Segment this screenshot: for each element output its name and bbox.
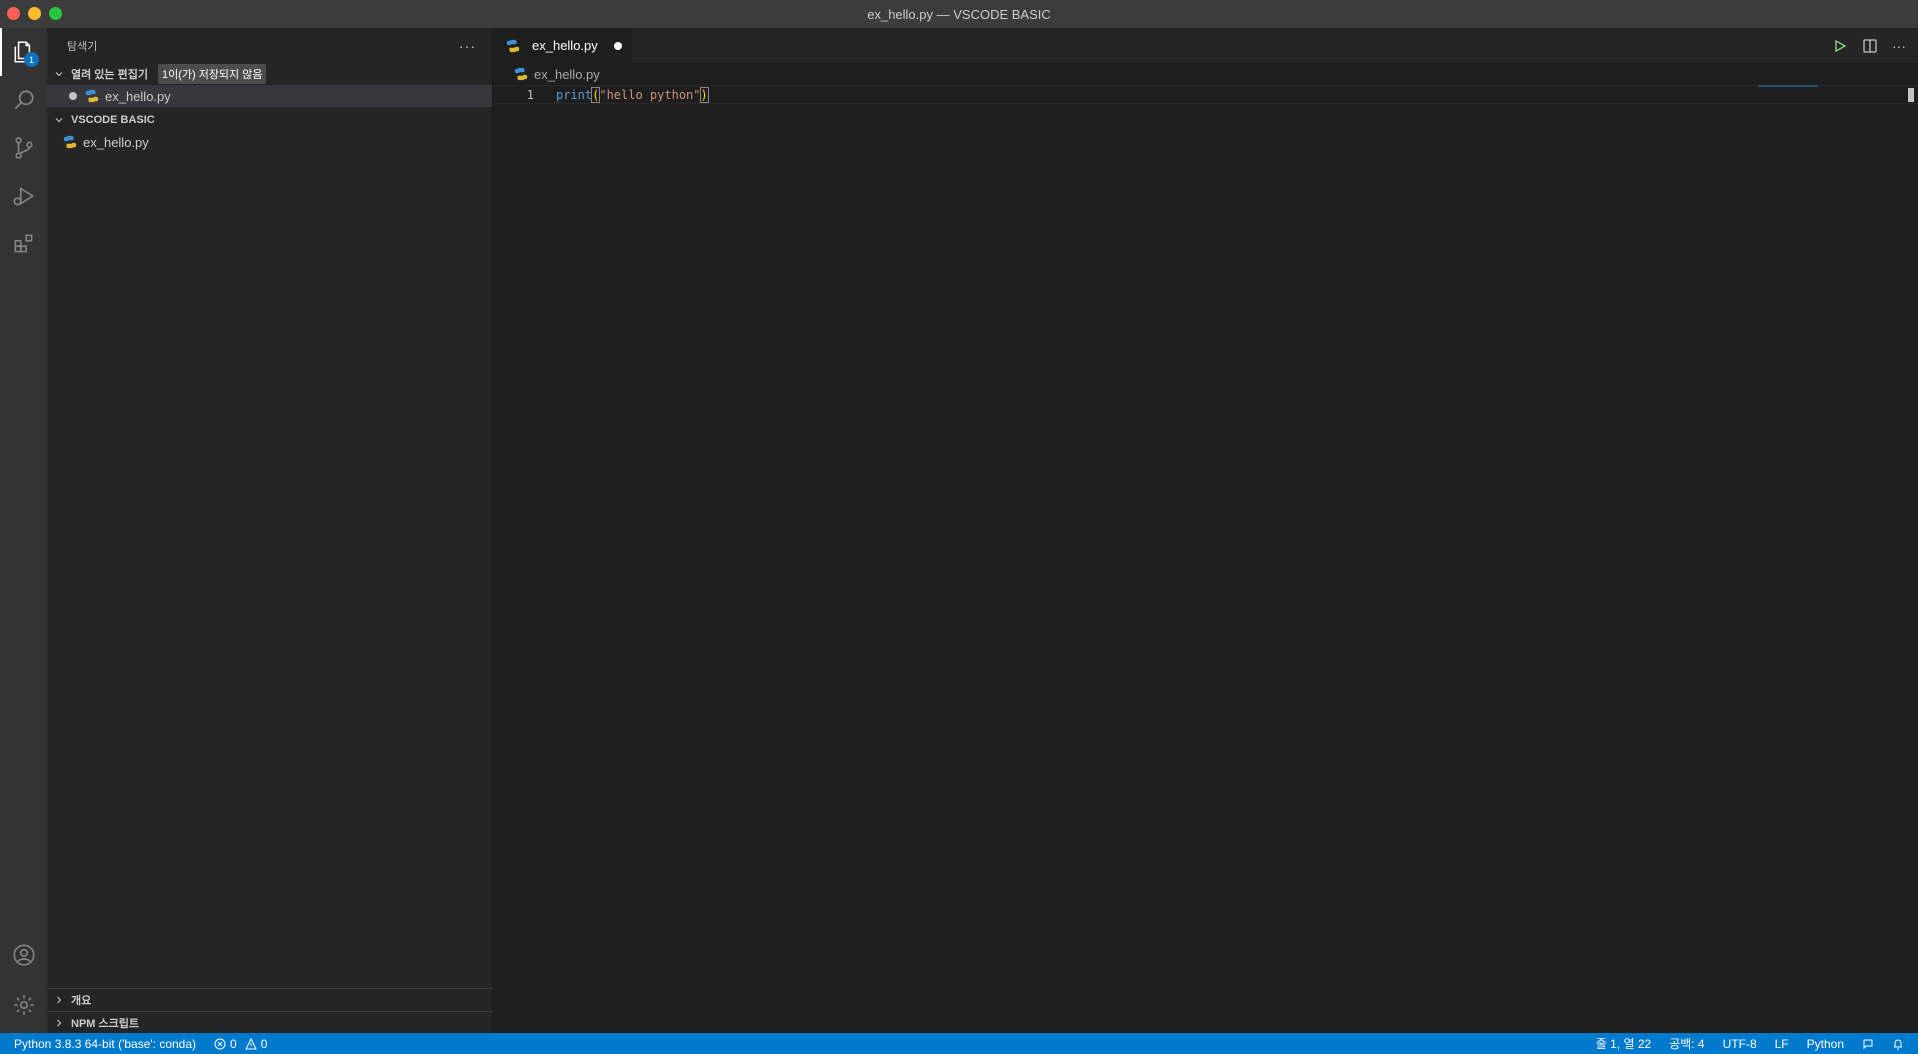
search-icon	[14, 90, 34, 110]
python-file-icon	[506, 39, 520, 53]
minimap[interactable]	[1758, 85, 1818, 87]
eol-status[interactable]: LF	[1775, 1037, 1789, 1051]
problems-status[interactable]: 0 0	[214, 1037, 267, 1051]
workspace-filename: ex_hello.py	[83, 134, 149, 150]
chevron-down-icon	[51, 112, 67, 128]
language-mode-status[interactable]: Python	[1807, 1037, 1844, 1051]
open-editors-label: 열려 있는 편집기	[71, 69, 148, 81]
window-controls	[7, 7, 62, 20]
editor-more-actions-button[interactable]: ···	[1892, 38, 1906, 54]
activity-bar: 1	[0, 28, 47, 1033]
python-file-icon	[514, 67, 528, 81]
manage-activity-button[interactable]	[0, 981, 47, 1029]
source-control-activity-button[interactable]	[0, 124, 47, 172]
editor-actions: ···	[1832, 28, 1906, 63]
warning-count: 0	[260, 1036, 268, 1051]
breadcrumb: ex_hello.py	[494, 63, 1918, 85]
maximize-window-button[interactable]	[49, 7, 62, 20]
chevron-right-icon	[51, 992, 67, 1008]
workspace-file-item[interactable]: ex_hello.py	[47, 131, 492, 153]
npm-scripts-section-header[interactable]: NPM 스크립트	[47, 1011, 493, 1033]
close-window-button[interactable]	[7, 7, 20, 20]
split-editor-button[interactable]	[1862, 38, 1878, 54]
outline-section-header[interactable]: 개요	[47, 989, 493, 1011]
indentation-status[interactable]: 공백: 4	[1669, 1035, 1704, 1052]
gear-icon	[13, 995, 34, 1015]
cursor-position-status[interactable]: 줄 1, 열 22	[1596, 1035, 1651, 1052]
run-debug-activity-button[interactable]	[0, 172, 47, 220]
chevron-right-icon	[51, 1015, 67, 1031]
overview-ruler-cursor	[1908, 88, 1914, 102]
code-text[interactable]: print("hello python")	[556, 86, 709, 103]
chevron-down-icon	[51, 66, 67, 82]
search-activity-button[interactable]	[0, 76, 47, 124]
python-interpreter-status[interactable]: Python 3.8.3 64-bit ('base': conda)	[14, 1037, 196, 1051]
error-icon	[214, 1038, 226, 1049]
explorer-sidebar: 탐색기 ··· 열려 있는 편집기 1이(가) 저장되지 않음 ex_hello…	[47, 28, 493, 1033]
workspace-section-header[interactable]: VSCODE BASIC	[47, 109, 492, 131]
workspace-label: VSCODE BASIC	[71, 114, 155, 126]
split-editor-icon	[1863, 38, 1877, 53]
open-editors-section-header[interactable]: 열려 있는 편집기 1이(가) 저장되지 않음	[47, 63, 492, 85]
accounts-activity-button[interactable]	[0, 931, 47, 979]
sidebar-header: 탐색기 ···	[47, 28, 492, 63]
explorer-activity-button[interactable]: 1	[0, 28, 47, 76]
code-function-token: print	[556, 87, 593, 102]
source-control-icon	[14, 137, 33, 159]
editor-area: ex_hello.py ··· ex_hello.py 1 print("hel…	[494, 28, 1918, 1033]
feedback-button[interactable]	[1862, 1038, 1874, 1050]
run-python-file-button[interactable]	[1832, 38, 1848, 54]
modified-dot-icon	[69, 92, 77, 100]
line-number: 1	[526, 87, 534, 102]
explorer-more-actions-button[interactable]: ···	[459, 38, 476, 54]
tab-label: ex_hello.py	[532, 38, 598, 53]
extensions-activity-button[interactable]	[0, 220, 47, 268]
status-bar: Python 3.8.3 64-bit ('base': conda) 0 0 …	[0, 1033, 1918, 1054]
open-editor-filename: ex_hello.py	[105, 88, 171, 104]
open-editor-item[interactable]: ex_hello.py	[47, 85, 492, 107]
code-close-paren: )	[699, 86, 709, 103]
bell-icon	[1894, 1039, 1902, 1049]
vscode-window: ex_hello.py — VSCODE BASIC 1 탐색기 ··· 열려 …	[0, 0, 1918, 1054]
sidebar-title: 탐색기	[67, 40, 98, 53]
feedback-icon	[1863, 1039, 1873, 1049]
unsaved-dot-icon[interactable]	[613, 41, 622, 50]
play-icon	[1835, 39, 1847, 52]
explorer-badge: 1	[24, 52, 39, 67]
breadcrumb-file[interactable]: ex_hello.py	[534, 67, 600, 82]
warning-icon	[244, 1037, 257, 1049]
outline-label: 개요	[71, 995, 92, 1007]
error-count: 0	[230, 1036, 237, 1051]
editor-tabs: ex_hello.py ···	[494, 28, 1918, 63]
python-file-icon	[63, 135, 77, 149]
extensions-icon	[14, 234, 32, 253]
encoding-status[interactable]: UTF-8	[1723, 1037, 1757, 1051]
sidebar-bottom-panels: 개요 NPM 스크립트	[47, 988, 493, 1033]
unsaved-count-badge: 1이(가) 저장되지 않음	[157, 64, 267, 84]
code-string-token: "hello python"	[599, 87, 701, 102]
account-icon	[12, 944, 35, 966]
notifications-button[interactable]	[1892, 1038, 1904, 1050]
npm-scripts-label: NPM 스크립트	[71, 1017, 139, 1030]
python-file-icon	[85, 89, 99, 103]
tab-ex-hello-py[interactable]: ex_hello.py	[494, 28, 632, 63]
minimize-window-button[interactable]	[28, 7, 41, 20]
title-bar: ex_hello.py — VSCODE BASIC	[0, 0, 1918, 28]
window-title: ex_hello.py — VSCODE BASIC	[867, 6, 1051, 22]
run-debug-icon	[12, 186, 34, 206]
code-line[interactable]: 1 print("hello python")	[494, 85, 1918, 104]
